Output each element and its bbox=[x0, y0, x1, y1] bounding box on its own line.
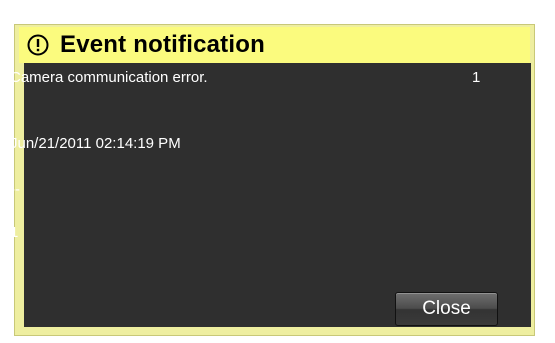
event-timestamp: Jun/21/2011 02:14:19 PM bbox=[10, 135, 181, 152]
close-button[interactable]: Close bbox=[395, 292, 498, 326]
event-value: 1 bbox=[10, 224, 19, 241]
event-detail-placeholder: -- bbox=[10, 181, 20, 198]
dialog-footer: Close bbox=[24, 282, 531, 327]
error-message: Camera communication error. bbox=[10, 69, 208, 86]
warning-icon bbox=[27, 34, 49, 56]
dialog-titlebar: Event notification bbox=[19, 27, 530, 63]
error-count: 1 bbox=[472, 69, 481, 86]
message-area bbox=[24, 63, 531, 282]
dialog-title: Event notification bbox=[60, 31, 265, 58]
